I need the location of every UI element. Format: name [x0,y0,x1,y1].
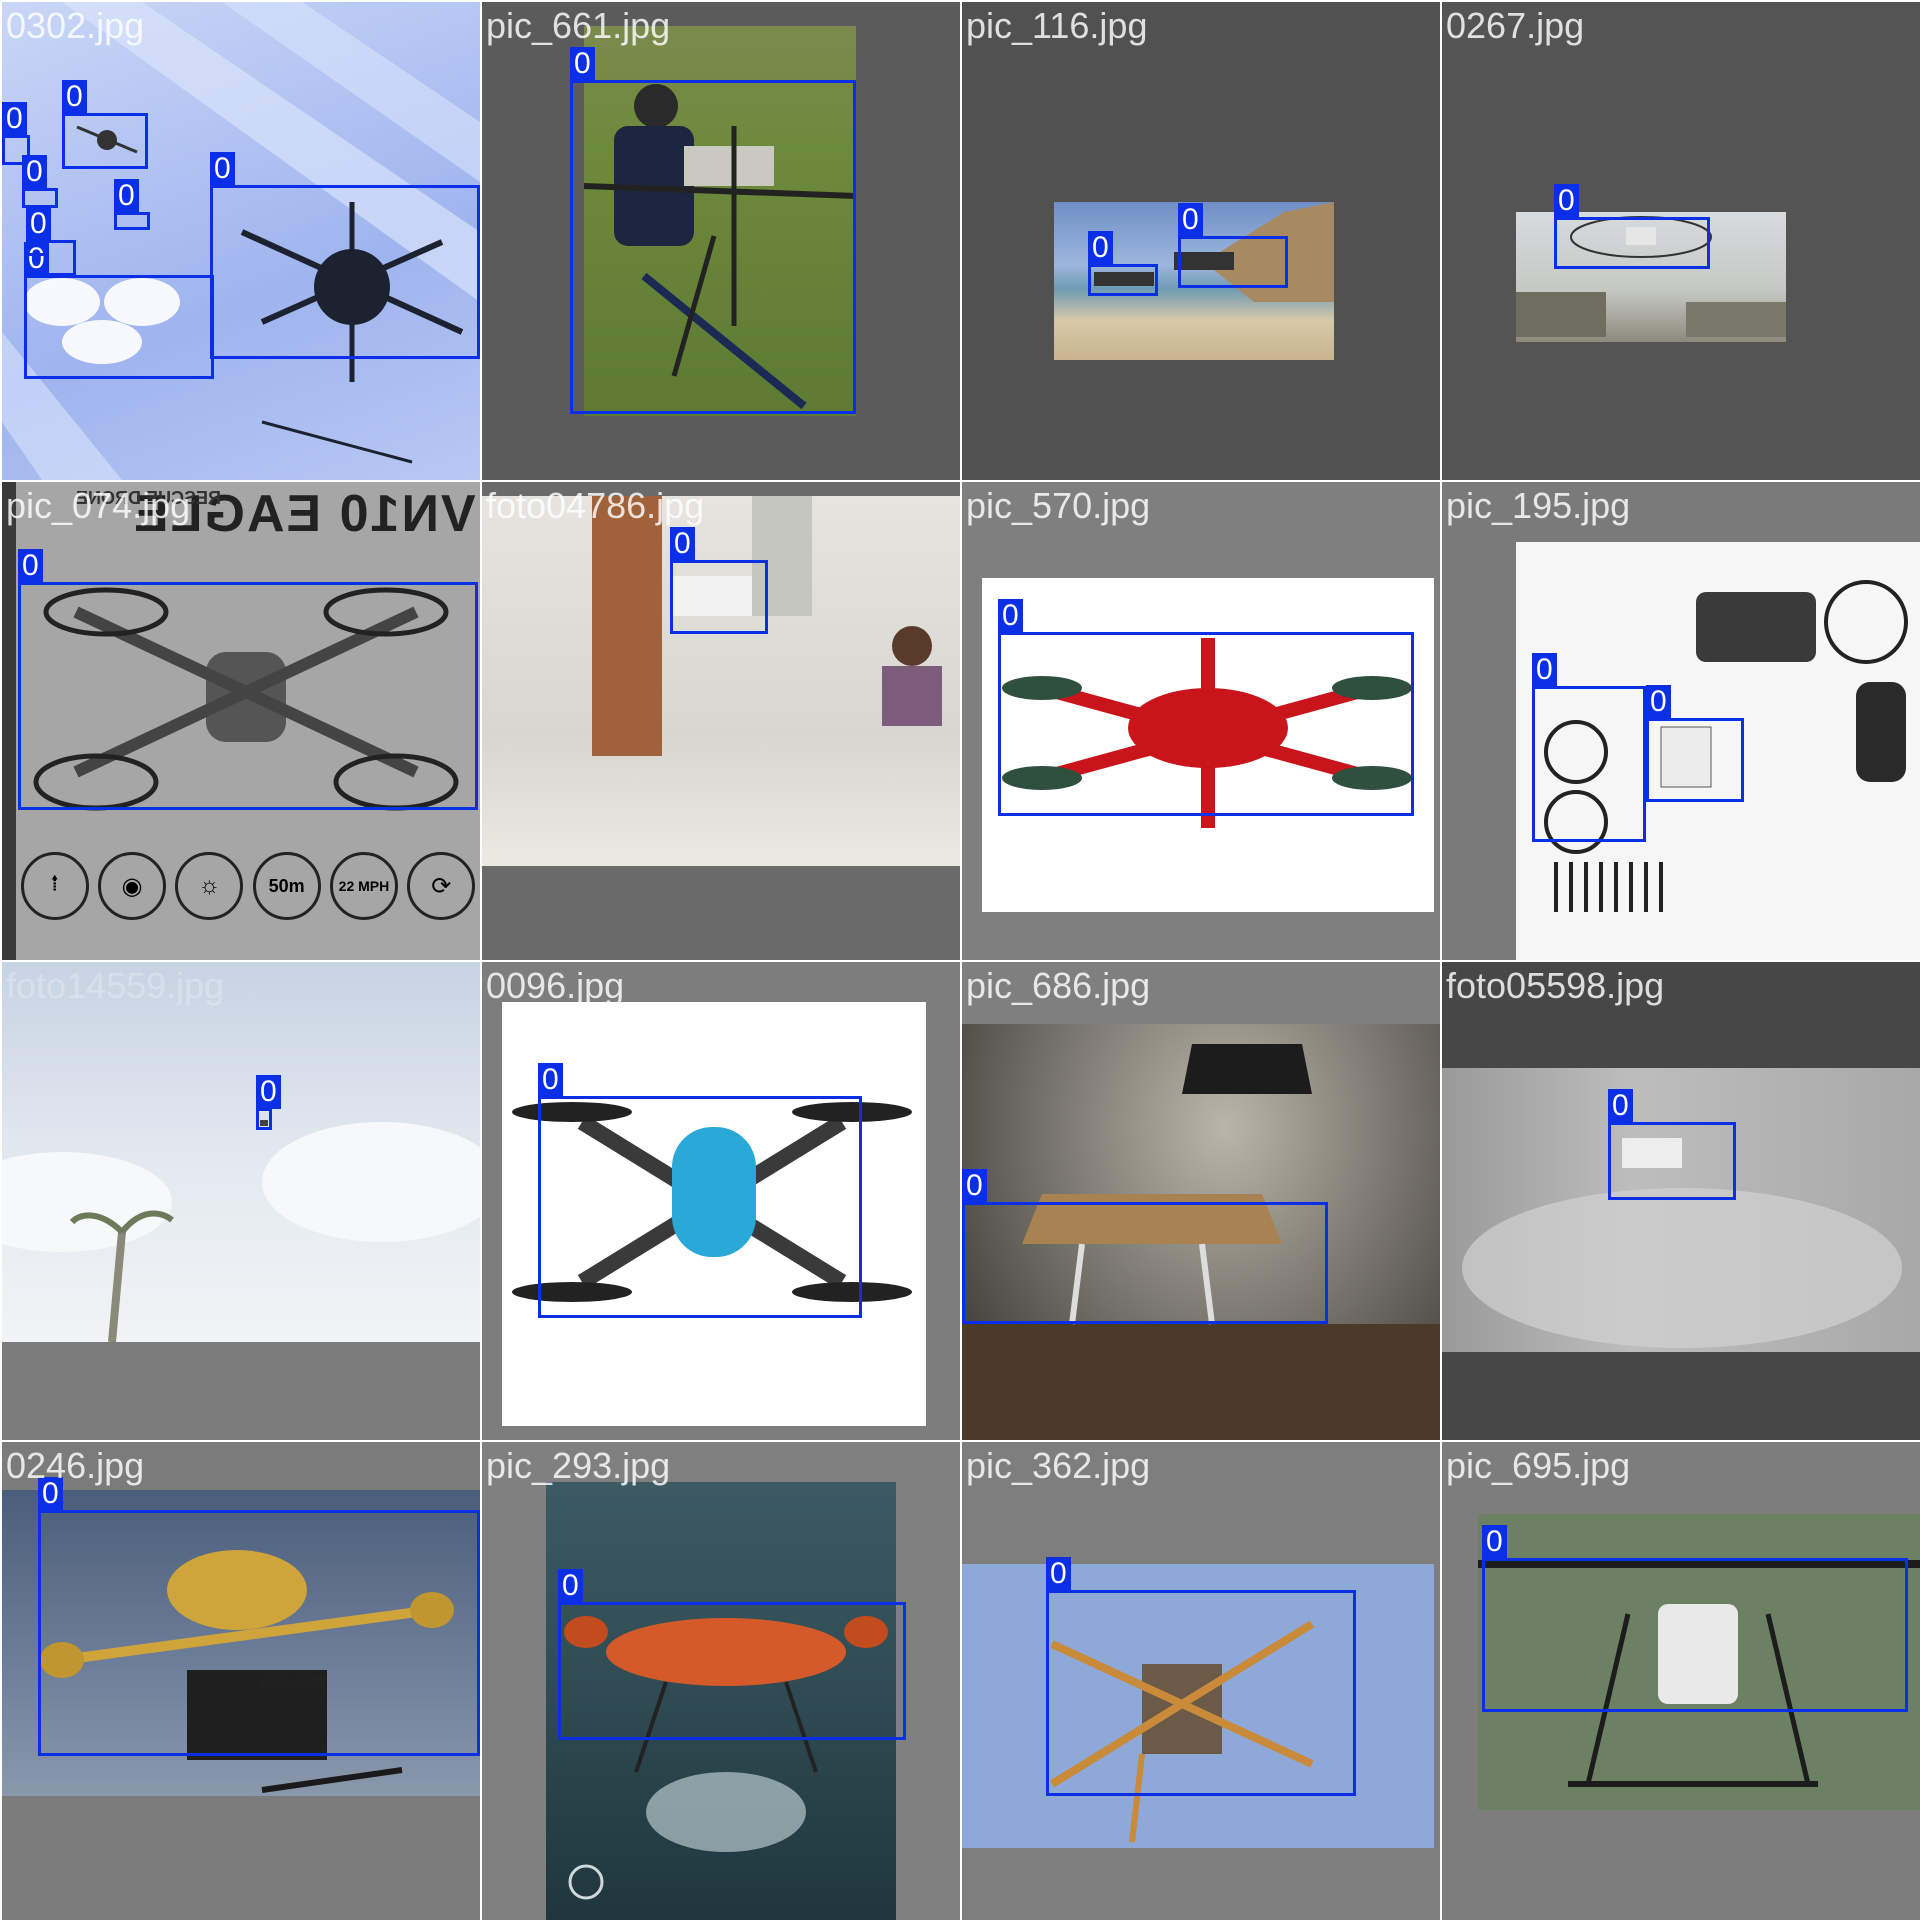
detection-mosaic: 0302.jpg 0 0 0 0 0 0 0 0 pic_661.jpg 0 [0,0,1920,1920]
image-filename: pic_686.jpg [966,965,1151,1006]
image-filename: pic_695.jpg [1446,1445,1631,1486]
photo-drone-in-smoke [1442,1068,1920,1352]
bounding-box: 0 [38,1477,480,1756]
class-label: 0 [1608,1089,1633,1123]
bounding-box: 0 [962,1169,1328,1324]
image-filename: 0246.jpg [6,1445,145,1486]
image-filename: 0096.jpg [486,965,625,1006]
tile-0246: PACKSET 0246.jpg 0 [2,1442,480,1920]
bounding-box: 0 [114,179,150,230]
bounding-box: 0 [22,155,58,208]
image-filename: 0302.jpg [6,5,145,46]
bounding-box: 0 [24,242,214,379]
class-label: 0 [1532,653,1557,687]
tile-pic-195: pic_195.jpg 0 0 [1442,482,1920,960]
class-label: 0 [1646,685,1671,719]
image-filename: foto14559.jpg [6,965,225,1006]
class-label: 0 [570,47,595,81]
class-label: 0 [558,1569,583,1603]
bounding-box: 0 [210,152,480,359]
class-label: 0 [538,1063,563,1097]
tile-pic-362: pic_362.jpg 0 [962,1442,1440,1920]
image-filename: pic_195.jpg [1446,485,1631,526]
tile-0096: 0096.jpg 0 [482,962,960,1440]
feature-icon-row: ⭫ ◉ ☼ 50m 22 MPH ⟳ [16,852,480,960]
class-label: 0 [670,527,695,561]
room-illustration [592,496,942,756]
class-label: 0 [22,155,47,189]
bounding-box: 0 [1046,1557,1356,1796]
image-filename: pic_362.jpg [966,1445,1151,1486]
tile-foto04786: foto04786.jpg 0 [482,482,960,960]
smoke-room-illustration [1462,1138,1902,1348]
class-label: 0 [1046,1557,1071,1591]
flip-icon: ⟳ [407,852,476,920]
class-label: 0 [1178,203,1203,237]
indoor-outdoor-icon: ☼ [175,852,244,920]
bounding-box: 0 [18,549,478,810]
bounding-box: 0 [1554,184,1710,269]
bounding-box: 0 [998,599,1414,816]
class-label: 0 [26,207,51,241]
image-filename: pic_074.jpg [6,485,191,526]
bounding-box: 0 [538,1063,862,1318]
bounding-box: 0 [26,207,76,276]
class-label: 0 [114,179,139,213]
class-label: 0 [1088,231,1113,265]
tile-0302: 0302.jpg 0 0 0 0 0 0 0 0 [2,2,480,480]
sky-palm-illustration [2,1120,480,1342]
speed-icon: 22 MPH [329,852,398,920]
class-label: 0 [62,80,87,114]
class-label: 0 [256,1075,281,1109]
tile-pic-293: pic_293.jpg 0 [482,1442,960,1920]
image-filename: 0267.jpg [1446,5,1585,46]
image-filename: foto05598.jpg [1446,965,1665,1006]
bounding-box: 0 [558,1569,906,1740]
class-label: 0 [962,1169,987,1203]
bounding-box: 0 [256,1075,281,1130]
class-label: 0 [998,599,1023,633]
class-label: 0 [210,152,235,186]
bounding-box: 0 [1608,1089,1736,1200]
image-filename: pic_116.jpg [966,5,1148,46]
tile-pic-116: pic_116.jpg 0 0 [962,2,1440,480]
tile-pic-074: VN10 EAGLE RESCUE DRONE ⭫ ◉ ☼ 50m 22 MPH… [2,482,480,960]
bounding-box: 0 [1532,653,1646,842]
class-label: 0 [1482,1525,1507,1559]
bounding-box: 0 [1646,685,1744,802]
class-label: 0 [18,549,43,583]
tile-foto05598: foto05598.jpg 0 [1442,962,1920,1440]
bounding-box: 0 [1482,1525,1908,1712]
tile-foto14559: foto14559.jpg 0 [2,962,480,1440]
class-label: 0 [2,102,27,136]
class-label: 0 [1554,184,1579,218]
photo-sky-small-drone [2,962,480,1342]
bounding-box: 0 [62,80,148,169]
tile-pic-570: pic_570.jpg 0 [962,482,1440,960]
image-filename: pic_661.jpg [486,5,671,46]
range-icon: 50m [252,852,321,920]
tile-pic-695: pic_695.jpg 0 [1442,1442,1920,1920]
bounding-box: 0 [1088,231,1158,296]
tile-pic-661: pic_661.jpg 0 [482,2,960,480]
bounding-box: 0 [1178,203,1288,288]
image-filename: foto04786.jpg [486,485,705,526]
image-filename: pic_570.jpg [966,485,1151,526]
photo-indoor-drone-flight [482,496,960,866]
usb-icon: ⭫ [20,852,89,920]
tile-pic-686: pic_686.jpg 0 [962,962,1440,1440]
tile-0267: 0267.jpg 0 [1442,2,1920,480]
bounding-box: 0 [670,527,768,634]
camera-icon: ◉ [97,852,166,920]
bounding-box: 0 [570,47,856,414]
image-filename: pic_293.jpg [486,1445,671,1486]
